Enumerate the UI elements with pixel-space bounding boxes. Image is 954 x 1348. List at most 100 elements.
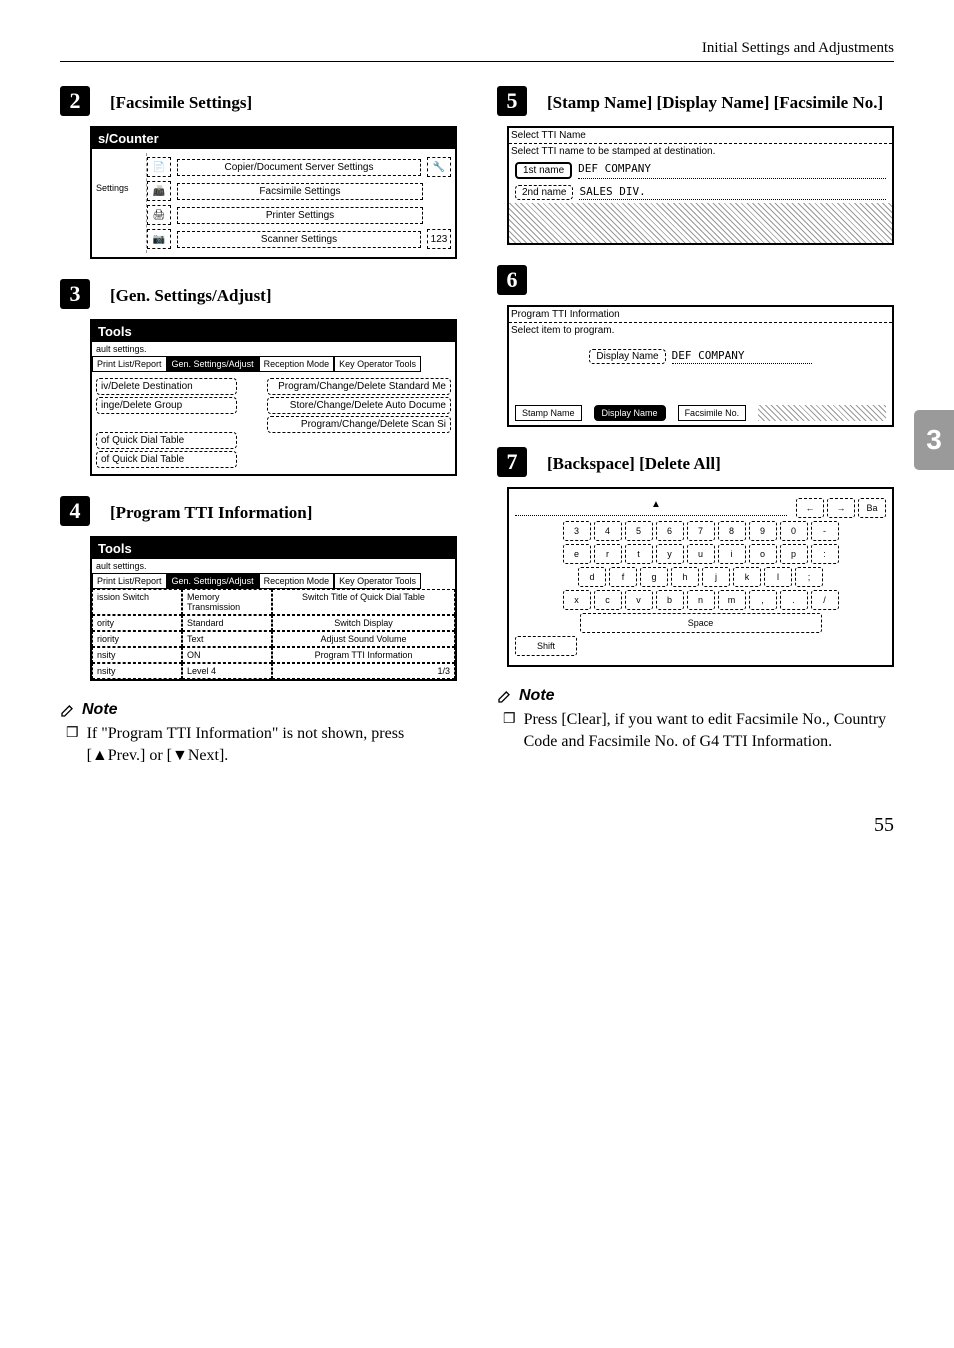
tools-panel-1: Tools ault settings. Print List/Report G…: [90, 319, 457, 476]
tti-select-heading: Select TTI Name: [509, 128, 892, 144]
note-heading: Note: [82, 701, 118, 719]
printer-settings-button[interactable]: Printer Settings: [177, 207, 423, 224]
list-marker: ❒: [66, 725, 79, 766]
fax-icon: 📠: [147, 181, 171, 201]
display-name-button[interactable]: Display Name: [594, 405, 666, 421]
key[interactable]: e: [563, 544, 591, 564]
key[interactable]: 4: [594, 521, 622, 541]
list-item[interactable]: of Quick Dial Table: [96, 451, 237, 468]
key[interactable]: 0: [780, 521, 808, 541]
stamp-name-button[interactable]: Stamp Name: [515, 405, 582, 421]
tab-print-list[interactable]: Print List/Report: [92, 356, 167, 372]
key[interactable]: 8: [718, 521, 746, 541]
note-heading: Note: [519, 687, 555, 705]
key[interactable]: 9: [749, 521, 777, 541]
cell-button[interactable]: Adjust Sound Volume: [272, 631, 455, 647]
step2-label: [Facsimile Settings]: [110, 93, 457, 113]
cell: Text: [182, 631, 272, 647]
key[interactable]: i: [718, 544, 746, 564]
key[interactable]: 6: [656, 521, 684, 541]
key[interactable]: x: [563, 590, 591, 610]
tab-reception[interactable]: Reception Mode: [259, 573, 335, 589]
tab-key-operator[interactable]: Key Operator Tools: [334, 573, 421, 589]
key[interactable]: g: [640, 567, 668, 587]
tti-2nd-name-value: SALES DIV.: [579, 185, 886, 200]
tab-gen-settings[interactable]: Gen. Settings/Adjust: [167, 356, 259, 372]
key[interactable]: n: [687, 590, 715, 610]
nav-right-key[interactable]: →: [827, 498, 855, 518]
key[interactable]: r: [594, 544, 622, 564]
key[interactable]: h: [671, 567, 699, 587]
pencil-icon: [497, 688, 513, 704]
page-number: 55: [60, 814, 894, 837]
key[interactable]: ;: [795, 567, 823, 587]
key[interactable]: f: [609, 567, 637, 587]
tti-1st-name-value: DEF COMPANY: [578, 162, 886, 179]
key[interactable]: 3: [563, 521, 591, 541]
cell-button[interactable]: Switch Display: [272, 615, 455, 631]
key[interactable]: :: [811, 544, 839, 564]
space-key[interactable]: Space: [580, 613, 822, 633]
tti-1st-name-button[interactable]: 1st name: [515, 162, 572, 179]
tab-print-list[interactable]: Print List/Report: [92, 573, 167, 589]
tab-gen-settings[interactable]: Gen. Settings/Adjust: [167, 573, 259, 589]
tools2-sub: ault settings.: [92, 559, 455, 573]
key[interactable]: c: [594, 590, 622, 610]
scanner-settings-button[interactable]: Scanner Settings: [177, 231, 421, 248]
backspace-key[interactable]: Ba: [858, 498, 886, 518]
tools2-title: Tools: [92, 538, 455, 559]
list-item[interactable]: Program/Change/Delete Scan Si: [267, 416, 451, 433]
shift-key[interactable]: Shift: [515, 636, 577, 656]
page-indicator: 1/3: [272, 663, 455, 679]
display-name-label: Display Name: [589, 349, 665, 364]
key[interactable]: p: [780, 544, 808, 564]
key[interactable]: k: [733, 567, 761, 587]
copier-icon: 📄: [147, 157, 171, 177]
key[interactable]: ,: [749, 590, 777, 610]
key[interactable]: /: [811, 590, 839, 610]
cell: Level 4: [182, 663, 272, 679]
list-item[interactable]: Program/Change/Delete Standard Me: [267, 378, 451, 395]
key[interactable]: b: [656, 590, 684, 610]
key[interactable]: .: [780, 590, 808, 610]
scanner-icon: 📷: [147, 229, 171, 249]
key[interactable]: d: [578, 567, 606, 587]
facsimile-no-button[interactable]: Facsimile No.: [678, 405, 747, 421]
list-item[interactable]: iv/Delete Destination: [96, 378, 237, 395]
nav-left-key[interactable]: ←: [796, 498, 824, 518]
counter-sidetab: Settings: [96, 153, 147, 253]
step-number-6: 6: [497, 265, 527, 295]
facsimile-settings-button[interactable]: Facsimile Settings: [177, 183, 423, 200]
step3-label: [Gen. Settings/Adjust]: [110, 286, 457, 306]
key[interactable]: o: [749, 544, 777, 564]
tab-key-operator[interactable]: Key Operator Tools: [334, 356, 421, 372]
keyboard-panel: ▲ ← → Ba 3 4 5 6 7 8 9 0: [507, 487, 894, 667]
key[interactable]: v: [625, 590, 653, 610]
tab-reception[interactable]: Reception Mode: [259, 356, 335, 372]
key[interactable]: 5: [625, 521, 653, 541]
display-name-value: DEF COMPANY: [672, 349, 812, 364]
key[interactable]: t: [625, 544, 653, 564]
cell: ission Switch: [92, 589, 182, 615]
key[interactable]: y: [656, 544, 684, 564]
list-marker: ❒: [503, 711, 516, 752]
cell: ON: [182, 647, 272, 663]
tools-panel-2: Tools ault settings. Print List/Report G…: [90, 536, 457, 681]
key[interactable]: m: [718, 590, 746, 610]
tools1-title: Tools: [92, 321, 455, 342]
key[interactable]: j: [702, 567, 730, 587]
program-tti-button[interactable]: Program TTI Information: [272, 647, 455, 663]
cell-button[interactable]: Switch Title of Quick Dial Table: [272, 589, 455, 615]
list-item[interactable]: inge/Delete Group: [96, 397, 237, 414]
key[interactable]: l: [764, 567, 792, 587]
tti-program-panel: Program TTI Information Select item to p…: [507, 305, 894, 427]
key[interactable]: 7: [687, 521, 715, 541]
list-item[interactable]: Store/Change/Delete Auto Docume: [267, 397, 451, 414]
cell: Standard: [182, 615, 272, 631]
key[interactable]: -: [811, 521, 839, 541]
key[interactable]: u: [687, 544, 715, 564]
step-number-4: 4: [60, 496, 90, 526]
copier-settings-button[interactable]: Copier/Document Server Settings: [177, 159, 421, 176]
list-item[interactable]: of Quick Dial Table: [96, 432, 237, 449]
tti-2nd-name-button[interactable]: 2nd name: [515, 185, 573, 200]
